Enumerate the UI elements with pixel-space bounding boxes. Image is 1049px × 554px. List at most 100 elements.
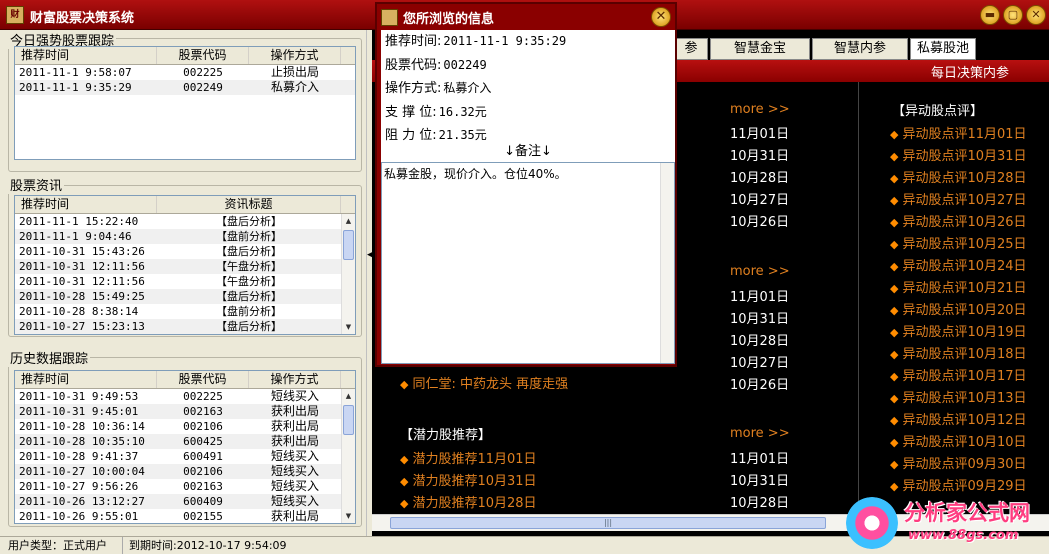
table-row[interactable]: 2011-10-26 9:55:01 002155 获利出局 (15, 509, 355, 523)
table-row[interactable]: 2011-10-28 10:36:14 002106 获利出局 (15, 419, 355, 434)
scroll-down-icon[interactable]: ▼ (342, 509, 355, 523)
bullet-icon: ◆ (890, 238, 899, 251)
potential-stock-link[interactable]: ◆ 潜力股推荐11月01日 (400, 448, 537, 467)
link-text: 异动股点评10月26日 (902, 215, 1027, 230)
table-row[interactable]: 2011-10-31 12:11:56 【午盘分析】 (15, 274, 355, 289)
history-scrollbar[interactable]: ▲ ▼ (341, 389, 355, 523)
table-row[interactable]: 2011-11-1 9:58:07 002225 止损出局 (15, 65, 355, 80)
col-op-header[interactable]: 操作方式 (249, 47, 341, 64)
potential-stock-link[interactable]: ◆ 潜力股推荐10月28日 (400, 492, 537, 511)
app-logo-icon: 财 (6, 6, 24, 24)
stock-comment-link[interactable]: ◆ 异动股点评10月24日 (890, 255, 1027, 274)
history-table[interactable]: 推荐时间 股票代码 操作方式 2011-10-31 9:49:53 002225 短… (14, 370, 356, 524)
news-scrollbar[interactable]: ▲ ▼ (341, 214, 355, 334)
minimize-button[interactable]: ▬ (980, 5, 1000, 25)
watermark: 分析家公式网 www.88gs.com (846, 495, 1049, 554)
scroll-up-icon[interactable]: ▲ (342, 389, 355, 403)
note-scrollbar[interactable] (660, 163, 674, 363)
close-button[interactable]: ✕ (1026, 5, 1046, 25)
stock-comment-link[interactable]: ◆ 异动股点评10月28日 (890, 167, 1027, 186)
stock-comment-link[interactable]: ◆ 异动股点评10月17日 (890, 365, 1027, 384)
stock-comment-link[interactable]: ◆ 异动股点评11月01日 (890, 123, 1027, 142)
date-label: 11月01日 (730, 452, 790, 467)
popup-close-button[interactable]: ✕ (651, 7, 671, 27)
link-text: 异动股点评10月19日 (902, 325, 1027, 340)
stock-comment-link[interactable]: ◆ 异动股点评10月26日 (890, 211, 1027, 230)
more-link[interactable]: more >> (730, 426, 790, 441)
table-cell: 002249 (183, 81, 223, 94)
table-row[interactable]: 2011-11-1 9:04:46 【盘前分析】 (15, 229, 355, 244)
table-row[interactable]: 2011-10-27 10:00:04 002106 短线买入 (15, 464, 355, 479)
strong-stock-table[interactable]: 推荐时间 股票代码 操作方式 2011-11-1 9:58:07 002225 止损… (14, 46, 356, 160)
tab-zhihui-neican[interactable]: 智慧内参 (812, 38, 908, 60)
table-cell: 2011-11-1 9:35:29 (19, 81, 132, 94)
news-table[interactable]: 推荐时间 资讯标题 2011-11-1 15:22:40 【盘后分析】 2011-1… (14, 195, 356, 335)
table-row[interactable]: 2011-11-1 15:22:40 【盘后分析】 (15, 214, 355, 229)
scroll-thumb[interactable]: ||| (390, 517, 826, 529)
bullet-icon: ◆ (890, 348, 899, 361)
table-row[interactable]: 2011-10-31 12:11:56 【午盘分析】 (15, 259, 355, 274)
table-cell: 2011-10-28 8:38:14 (19, 305, 139, 318)
table-cell: 002225 (183, 66, 223, 79)
table-row[interactable]: 2011-10-26 13:12:27 600409 短线买入 (15, 494, 355, 509)
history-label: 历史数据跟踪 (8, 348, 91, 367)
field-value: 002249 (443, 57, 487, 72)
table-row[interactable]: 2011-10-28 9:41:37 600491 短线买入 (15, 449, 355, 464)
table-row[interactable]: 2011-10-31 9:49:53 002225 短线买入 (15, 389, 355, 404)
stock-comment-link[interactable]: ◆ 异动股点评10月20日 (890, 299, 1027, 318)
col-code-header[interactable]: 股票代码 (157, 47, 249, 64)
tab-partial[interactable]: 参 (674, 38, 708, 60)
table-row[interactable]: 2011-10-28 8:38:14 【盘前分析】 (15, 304, 355, 319)
potential-stock-link[interactable]: ◆ 潜力股推荐10月31日 (400, 470, 537, 489)
stock-comment-link[interactable]: ◆ 异动股点评09月30日 (890, 453, 1027, 472)
table-cell: 2011-11-1 15:22:40 (19, 215, 139, 228)
tab-zhihui-jinbao[interactable]: 智慧金宝 (710, 38, 810, 60)
note-text: 私募金股，现价介入。仓位40%。 (384, 167, 567, 181)
col-title-header[interactable]: 资讯标题 (157, 196, 341, 213)
table-row[interactable]: 2011-10-31 15:43:26 【盘后分析】 (15, 244, 355, 259)
stock-comment-link[interactable]: ◆ 异动股点评10月21日 (890, 277, 1027, 296)
stock-comment-link[interactable]: ◆ 异动股点评10月31日 (890, 145, 1027, 164)
stock-comment-link[interactable]: ◆ 异动股点评10月27日 (890, 189, 1027, 208)
col-code-header[interactable]: 股票代码 (157, 371, 249, 388)
table-row[interactable]: 2011-10-27 15:23:13 【盘后分析】 (15, 319, 355, 334)
table-row[interactable]: 2011-11-1 9:35:29 002249 私募介入 (15, 80, 355, 95)
table-cell: 2011-11-1 9:04:46 (19, 230, 132, 243)
date-label: 11月01日 (730, 290, 790, 305)
window-title: 财富股票决策系统 (30, 11, 135, 26)
table-row[interactable]: 2011-10-28 15:49:25 【盘后分析】 (15, 289, 355, 304)
col-time-header[interactable]: 推荐时间 (15, 371, 157, 388)
scroll-up-icon[interactable]: ▲ (342, 214, 355, 228)
table-cell: 002225 (183, 390, 223, 403)
news-link[interactable]: ◆ 同仁堂: 中药龙头 再度走强 (400, 373, 568, 392)
table-cell: 2011-11-1 9:58:07 (19, 66, 132, 79)
more-link[interactable]: more >> (730, 102, 790, 117)
table-header: 推荐时间 资讯标题 (15, 196, 355, 214)
table-row[interactable]: 2011-10-28 10:35:10 600425 获利出局 (15, 434, 355, 449)
table-row[interactable]: 2011-10-27 9:56:26 002163 短线买入 (15, 479, 355, 494)
link-text: 异动股点评10月28日 (902, 171, 1027, 186)
scroll-thumb[interactable] (343, 405, 354, 435)
table-row[interactable]: 2011-10-31 9:45:01 002163 获利出局 (15, 404, 355, 419)
stock-comment-link[interactable]: ◆ 异动股点评10月12日 (890, 409, 1027, 428)
col-op-header[interactable]: 操作方式 (249, 371, 341, 388)
more-link[interactable]: more >> (730, 264, 790, 279)
col-time-header[interactable]: 推荐时间 (15, 196, 157, 213)
table-cell: 短线买入 (270, 389, 319, 403)
maximize-button[interactable]: ▢ (1003, 5, 1023, 25)
table-cell: 002155 (183, 510, 223, 523)
stock-comment-link[interactable]: ◆ 异动股点评09月29日 (890, 475, 1027, 494)
stock-comment-link[interactable]: ◆ 异动股点评10月19日 (890, 321, 1027, 340)
tab-simu-gu[interactable]: 私募股池 (910, 38, 976, 60)
date-label: 10月31日 (730, 149, 790, 164)
field-value: 私募介入 (443, 81, 492, 95)
stock-comment-link[interactable]: ◆ 异动股点评10月18日 (890, 343, 1027, 362)
col-time-header[interactable]: 推荐时间 (15, 47, 157, 64)
stock-comment-link[interactable]: ◆ 异动股点评10月13日 (890, 387, 1027, 406)
stock-comment-link[interactable]: ◆ 异动股点评10月10日 (890, 431, 1027, 450)
note-textarea[interactable]: 私募金股，现价介入。仓位40%。 (381, 162, 675, 364)
scroll-down-icon[interactable]: ▼ (342, 320, 355, 334)
table-cell: 获利出局 (270, 419, 319, 433)
scroll-thumb[interactable] (343, 230, 354, 260)
stock-comment-link[interactable]: ◆ 异动股点评10月25日 (890, 233, 1027, 252)
